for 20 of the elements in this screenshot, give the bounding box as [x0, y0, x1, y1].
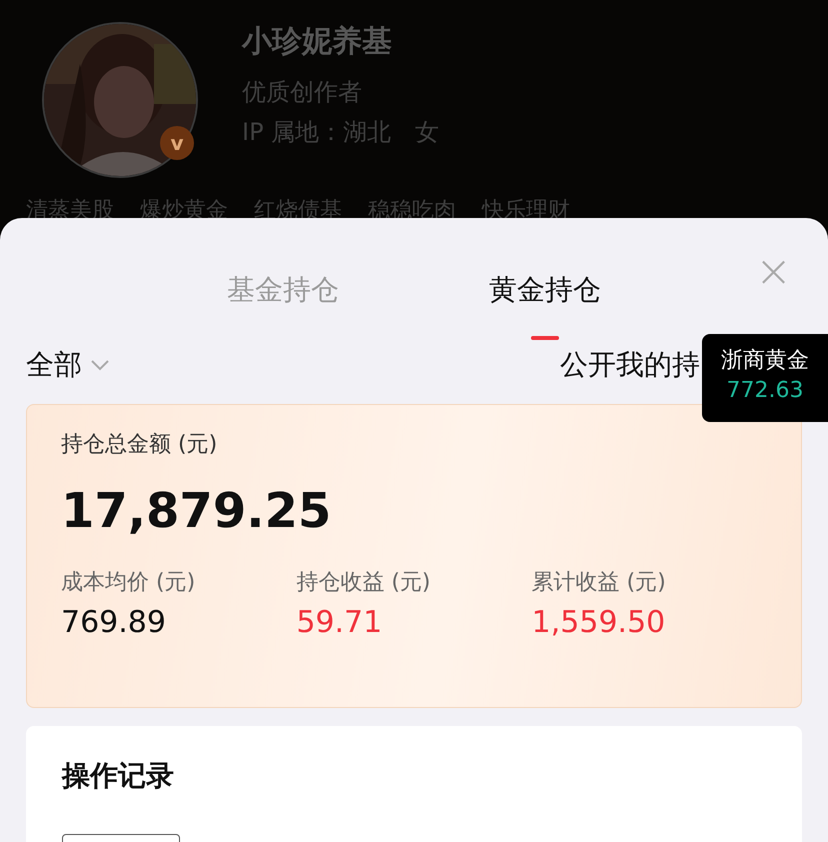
- profile-title: 优质创作者: [242, 77, 363, 108]
- tooltip-price: 772.63: [726, 377, 804, 405]
- filter-dropdown[interactable]: 全部: [26, 344, 110, 386]
- stat-value: 1,559.50: [532, 604, 666, 642]
- gender-label: 女: [415, 117, 440, 148]
- stat-value: 59.71: [296, 604, 384, 642]
- public-holdings-label: 公开我的持: [560, 347, 700, 383]
- total-amount: 17,879.25: [61, 482, 332, 541]
- stat-value: 769.89: [61, 604, 167, 642]
- tooltip-name: 浙商黄金: [720, 347, 810, 375]
- stat-label: 成本均价 (元): [61, 569, 196, 597]
- records-title: 操作记录: [62, 758, 175, 794]
- stat-label: 累计收益 (元): [532, 569, 667, 597]
- chevron-down-icon: [90, 359, 110, 371]
- total-label: 持仓总金额 (元): [61, 431, 218, 459]
- ip-location: IP 属地：湖北: [242, 117, 392, 148]
- tab[interactable]: 黄金持仓: [489, 254, 601, 326]
- profile-name: 小珍妮养基: [242, 23, 393, 61]
- tab-underline: [531, 336, 559, 340]
- stat-label: 持仓收益 (元): [296, 569, 432, 597]
